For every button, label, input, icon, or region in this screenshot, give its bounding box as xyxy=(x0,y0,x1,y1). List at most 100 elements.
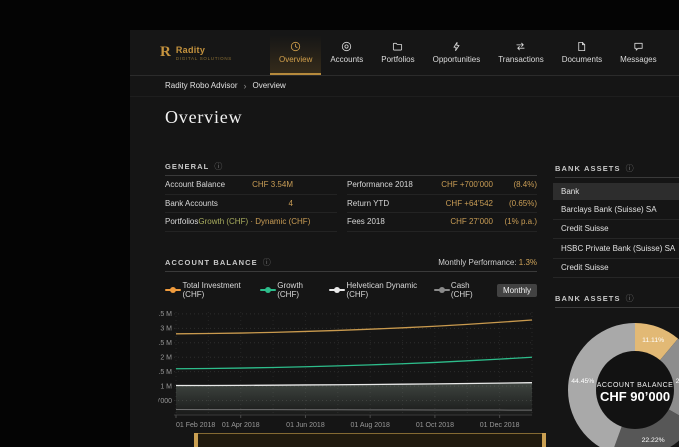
y-axis-tick-label: 3 M xyxy=(160,326,172,333)
bank-row[interactable]: Credit Suisse xyxy=(553,220,679,240)
bank-row[interactable]: Barclays Bank (Suisse) SA xyxy=(553,200,679,220)
tab-label: Accounts xyxy=(330,55,363,64)
coin-icon xyxy=(341,41,352,52)
monthly-performance-label: Monthly Performance: xyxy=(438,258,516,267)
tab-label: Portfolios xyxy=(381,55,414,64)
tab-transactions[interactable]: Transactions xyxy=(489,30,553,75)
legend-dot xyxy=(265,287,271,293)
slider-handle-left[interactable] xyxy=(194,433,198,447)
tab-label: Overview xyxy=(279,55,312,64)
series-line-growth-chf[interactable] xyxy=(176,357,532,369)
chat-icon xyxy=(633,41,644,52)
general-table-right: Performance 2018CHF +700’000(8.4%) Return… xyxy=(347,176,537,232)
nav-tabs: Overview Accounts Portfolios Opportunities T… xyxy=(270,30,666,75)
legend-label: Growth (CHF) xyxy=(277,281,316,299)
breadcrumb-current: Overview xyxy=(252,81,285,90)
slider-handle-right[interactable] xyxy=(542,433,546,447)
info-icon[interactable]: ⓘ xyxy=(626,293,634,304)
legend-marker-icon xyxy=(260,286,272,294)
row-label: Bank Accounts xyxy=(165,199,218,208)
row-value: CHF 3.54M xyxy=(252,180,293,189)
y-axis-tick-label: 3.5 M xyxy=(158,311,172,318)
legend-marker-icon xyxy=(434,286,446,294)
bank-row[interactable]: Credit Suisse xyxy=(553,259,679,279)
tab-overview[interactable]: Overview xyxy=(270,30,321,75)
chevron-right-icon: › xyxy=(243,81,246,91)
row-value: 4 xyxy=(289,199,293,208)
breadcrumb-root[interactable]: Radity Robo Advisor xyxy=(165,81,237,90)
tab-documents[interactable]: Documents xyxy=(553,30,611,75)
bank-rows: Barclays Bank (Suisse) SACredit SuisseHS… xyxy=(553,200,679,278)
y-axis-tick-label: 500’000 xyxy=(158,398,172,405)
portfolio-link[interactable]: Growth (CHF) xyxy=(198,217,248,226)
row-label: Return YTD xyxy=(347,199,389,208)
account-balance-line-chart: 3.5 M3 M2.5 M2 M1.5 M1 M500’00001 Feb 20… xyxy=(158,302,538,436)
legend-total-investment-chf[interactable]: Total Investment (CHF) xyxy=(165,281,247,299)
period-monthly-button[interactable]: Monthly xyxy=(497,284,537,297)
legend-label: Helvetican Dynamic (CHF) xyxy=(346,281,420,299)
account-balance-heading-row: ACCOUNT BALANCE ⓘ Monthly Performance: 1… xyxy=(165,256,537,268)
tab-label: Transactions xyxy=(498,55,544,64)
account-balance-section: ACCOUNT BALANCE ⓘ Monthly Performance: 1… xyxy=(165,256,537,299)
legend-dot xyxy=(334,287,340,293)
y-axis-tick-label: 1.5 M xyxy=(158,369,172,376)
legend-label: Total Investment (CHF) xyxy=(183,281,247,299)
file-icon xyxy=(576,41,587,52)
brand-name: Radity xyxy=(176,45,232,55)
legend-marker-icon xyxy=(329,286,342,294)
info-icon[interactable]: ⓘ xyxy=(626,163,634,174)
table-row: Bank Accounts 4 xyxy=(165,195,337,214)
table-row: Performance 2018CHF +700’000(8.4%) xyxy=(347,176,537,195)
screenshot-background: R Radity DIGITAL SOLUTIONS Overview Accou… xyxy=(0,0,679,447)
series-line-total-investment-chf[interactable] xyxy=(176,320,532,334)
brand-text: Radity DIGITAL SOLUTIONS xyxy=(176,45,232,61)
table-row: Fees 2018CHF 27’000(1% p.a.) xyxy=(347,213,537,232)
legend-dot xyxy=(170,287,176,293)
legend-label: Cash (CHF) xyxy=(451,281,484,299)
x-axis-tick-label: 01 Oct 2018 xyxy=(416,422,454,429)
tab-portfolios[interactable]: Portfolios xyxy=(372,30,423,75)
top-nav-bar: R Radity DIGITAL SOLUTIONS Overview Accou… xyxy=(130,30,679,76)
bolt-icon xyxy=(451,41,462,52)
tab-label: Messages xyxy=(620,55,656,64)
general-section: GENERAL ⓘ Account Balance CHF 3.54M Bank A… xyxy=(165,160,537,232)
portfolio-link[interactable]: Dynamic (CHF) xyxy=(255,217,310,226)
x-axis-tick-label: 01 Dec 2018 xyxy=(480,422,520,429)
info-icon[interactable]: ⓘ xyxy=(263,257,271,268)
x-axis-tick-label: 01 Apr 2018 xyxy=(222,422,260,429)
row-label: Fees 2018 xyxy=(347,217,385,226)
tab-messages[interactable]: Messages xyxy=(611,30,665,75)
legend-cash-chf[interactable]: Cash (CHF) xyxy=(434,281,484,299)
row-percent: (0.65%) xyxy=(493,199,537,208)
divider xyxy=(165,271,537,272)
legend-dot xyxy=(439,287,445,293)
tab-label: Opportunities xyxy=(433,55,481,64)
chart-legend: Total Investment (CHF) Growth (CHF) Helvet… xyxy=(165,281,537,299)
table-row: Account Balance CHF 3.54M xyxy=(165,176,337,195)
tab-opportunities[interactable]: Opportunities xyxy=(424,30,490,75)
tab-accounts[interactable]: Accounts xyxy=(321,30,372,75)
brand-logo[interactable]: R Radity DIGITAL SOLUTIONS xyxy=(160,30,270,75)
bank-assets2-heading: BANK ASSETS ⓘ xyxy=(555,292,679,304)
y-axis-tick-label: 1 M xyxy=(160,383,172,390)
bank-assets-heading-label: BANK ASSETS xyxy=(555,164,621,173)
account-balance-heading-label: ACCOUNT BALANCE xyxy=(165,258,258,267)
donut-slice-label: 11.11% xyxy=(642,337,664,344)
legend-helvetican-dynamic-chf[interactable]: Helvetican Dynamic (CHF) xyxy=(329,281,421,299)
legend-growth-chf[interactable]: Growth (CHF) xyxy=(260,281,316,299)
bank-column-header: Bank xyxy=(553,183,679,200)
row-label: Account Balance xyxy=(165,180,225,189)
row-value: CHF 27’000 xyxy=(450,217,493,226)
bank-row[interactable]: HSBC Private Bank (Suisse) SA xyxy=(553,239,679,259)
row-label: Portfolios xyxy=(165,217,198,226)
series-line-cash-chf[interactable] xyxy=(176,410,532,411)
general-heading-label: GENERAL xyxy=(165,162,209,171)
general-tables: Account Balance CHF 3.54M Bank Accounts 4 Po… xyxy=(165,176,537,232)
donut-center-label: ACCOUNT BALANCE xyxy=(597,382,674,389)
bank-assets-heading-wrap: BANK ASSETS ⓘ xyxy=(553,162,679,178)
bank-assets-list-section: BANK ASSETS ⓘ Bank Barclays Bank (Suisse… xyxy=(548,162,679,278)
range-slider[interactable] xyxy=(194,433,546,447)
donut-slice-label: 44.45% xyxy=(571,378,594,385)
bank-assets2-heading-wrap: BANK ASSETS ⓘ xyxy=(553,292,679,308)
info-icon[interactable]: ⓘ xyxy=(214,161,222,172)
